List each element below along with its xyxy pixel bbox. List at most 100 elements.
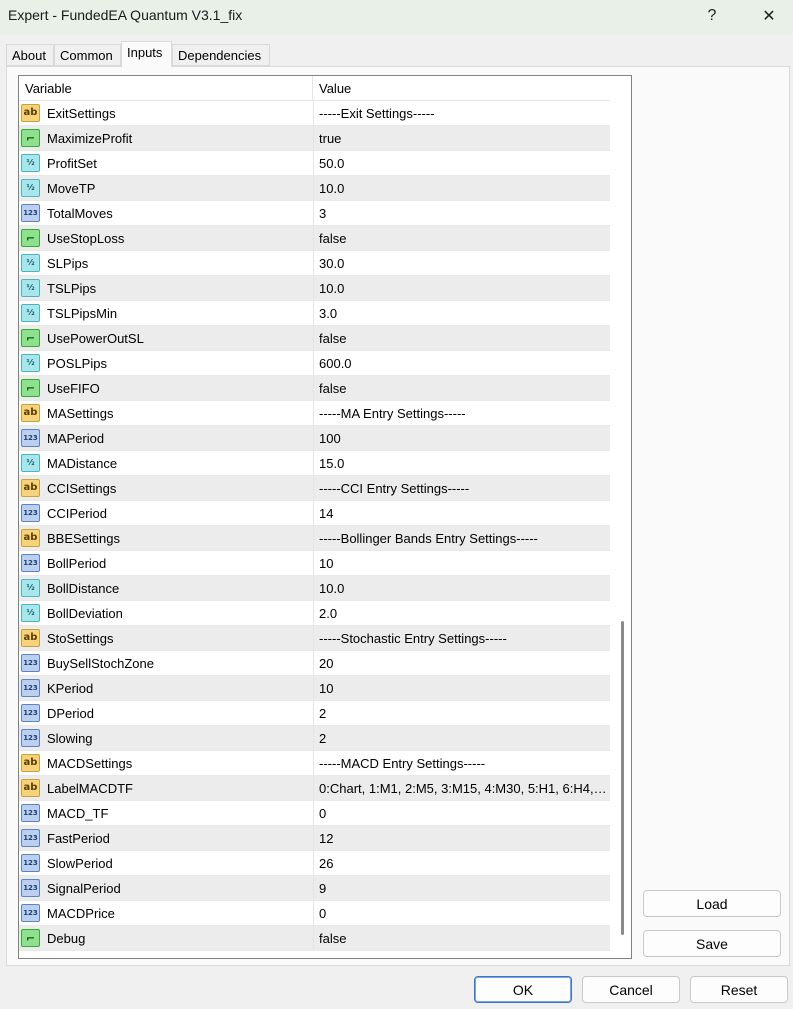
variable-name: Slowing — [47, 731, 93, 746]
table-row[interactable]: 123 MAPeriod 100 — [19, 426, 610, 451]
variable-value[interactable]: 2 — [313, 701, 610, 725]
variable-value[interactable]: 26 — [313, 851, 610, 875]
double-type-icon: ½ — [21, 179, 40, 197]
load-button[interactable]: Load — [643, 890, 781, 917]
variable-value[interactable]: 0 — [313, 901, 610, 925]
table-row[interactable]: ⌐ UseStopLoss false — [19, 226, 610, 251]
table-row[interactable]: 123 FastPeriod 12 — [19, 826, 610, 851]
table-row[interactable]: ½ ProfitSet 50.0 — [19, 151, 610, 176]
table-row[interactable]: 123 TotalMoves 3 — [19, 201, 610, 226]
column-header-variable[interactable]: Variable — [19, 76, 313, 101]
variable-name: TSLPips — [47, 281, 97, 296]
variable-name: ExitSettings — [47, 106, 116, 121]
table-row[interactable]: 123 BollPeriod 10 — [19, 551, 610, 576]
close-button[interactable]: ✕ — [746, 0, 792, 32]
table-row[interactable]: ab CCISettings -----CCI Entry Settings----… — [19, 476, 610, 501]
integer-type-icon: 123 — [21, 204, 40, 222]
save-button[interactable]: Save — [643, 930, 781, 957]
table-row[interactable]: ⌐ UsePowerOutSL false — [19, 326, 610, 351]
table-row[interactable]: 123 MACD_TF 0 — [19, 801, 610, 826]
variable-value[interactable]: 9 — [313, 876, 610, 900]
variable-value[interactable]: 10.0 — [313, 176, 610, 200]
variable-name: BBESettings — [47, 531, 120, 546]
table-row[interactable]: 123 SlowPeriod 26 — [19, 851, 610, 876]
table-row[interactable]: 123 BuySellStochZone 20 — [19, 651, 610, 676]
variable-value[interactable]: true — [313, 126, 610, 150]
variable-value[interactable]: 12 — [313, 826, 610, 850]
table-row[interactable]: ab ExitSettings -----Exit Settings----- — [19, 101, 610, 126]
variable-value[interactable]: 10 — [313, 551, 610, 575]
integer-type-icon: 123 — [21, 829, 40, 847]
table-row[interactable]: ab StoSettings -----Stochastic Entry Setti… — [19, 626, 610, 651]
variable-value[interactable]: 10 — [313, 676, 610, 700]
variable-value[interactable]: 100 — [313, 426, 610, 450]
cancel-button[interactable]: Cancel — [582, 976, 680, 1003]
variable-value[interactable]: false — [313, 326, 610, 350]
double-type-icon: ½ — [21, 154, 40, 172]
table-row[interactable]: 123 SignalPeriod 9 — [19, 876, 610, 901]
variable-value[interactable]: 50.0 — [313, 151, 610, 175]
variable-value[interactable]: -----Stochastic Entry Settings----- — [313, 626, 610, 650]
table-row[interactable]: ½ POSLPips 600.0 — [19, 351, 610, 376]
variable-value[interactable]: 15.0 — [313, 451, 610, 475]
integer-type-icon: 123 — [21, 679, 40, 697]
table-row[interactable]: 123 CCIPeriod 14 — [19, 501, 610, 526]
table-row[interactable]: ½ SLPips 30.0 — [19, 251, 610, 276]
vertical-scrollbar[interactable] — [610, 76, 631, 958]
variable-value[interactable]: false — [313, 926, 610, 950]
variable-value[interactable]: -----Exit Settings----- — [313, 101, 610, 125]
variable-value[interactable]: 0 — [313, 801, 610, 825]
variable-name: DPeriod — [47, 706, 94, 721]
reset-button[interactable]: Reset — [690, 976, 788, 1003]
table-row[interactable]: 123 MACDPrice 0 — [19, 901, 610, 926]
variable-value[interactable]: 2.0 — [313, 601, 610, 625]
variable-value[interactable]: -----MA Entry Settings----- — [313, 401, 610, 425]
table-row[interactable]: 123 KPeriod 10 — [19, 676, 610, 701]
variable-name: KPeriod — [47, 681, 94, 696]
variable-value[interactable]: false — [313, 226, 610, 250]
table-row[interactable]: ½ TSLPips 10.0 — [19, 276, 610, 301]
variable-value[interactable]: 20 — [313, 651, 610, 675]
variable-value[interactable]: 10.0 — [313, 276, 610, 300]
variable-value[interactable]: -----MACD Entry Settings----- — [313, 751, 610, 775]
help-button[interactable]: ? — [689, 0, 735, 32]
variable-value[interactable]: 3 — [313, 201, 610, 225]
table-row[interactable]: ½ MoveTP 10.0 — [19, 176, 610, 201]
variable-value[interactable]: -----CCI Entry Settings----- — [313, 476, 610, 500]
variable-value[interactable]: false — [313, 376, 610, 400]
table-row[interactable]: ½ MADistance 15.0 — [19, 451, 610, 476]
table-row[interactable]: 123 Slowing 2 — [19, 726, 610, 751]
tab-about[interactable]: About — [6, 44, 54, 66]
tab-inputs[interactable]: Inputs — [121, 41, 172, 67]
tab-common[interactable]: Common — [54, 44, 121, 66]
table-row[interactable]: ab MACDSettings -----MACD Entry Settings--… — [19, 751, 610, 776]
inputs-grid: Variable Value ab ExitSettings -----Exit S… — [18, 75, 632, 959]
table-row[interactable]: ⌐ UseFIFO false — [19, 376, 610, 401]
table-row[interactable]: ⌐ MaximizeProfit true — [19, 126, 610, 151]
variable-value[interactable]: 3.0 — [313, 301, 610, 325]
table-row[interactable]: ⌐ Debug false — [19, 926, 610, 951]
variable-value[interactable]: 600.0 — [313, 351, 610, 375]
table-row[interactable]: ab LabelMACDTF 0:Chart, 1:M1, 2:M5, 3:M15,… — [19, 776, 610, 801]
scrollbar-thumb[interactable] — [621, 621, 624, 935]
variable-name: MaximizeProfit — [47, 131, 133, 146]
table-row[interactable]: 123 DPeriod 2 — [19, 701, 610, 726]
variable-name: SignalPeriod — [47, 881, 121, 896]
table-row[interactable]: ab MASettings -----MA Entry Settings----- — [19, 401, 610, 426]
variable-value[interactable]: 14 — [313, 501, 610, 525]
variable-name: CCIPeriod — [47, 506, 107, 521]
table-row[interactable]: ½ TSLPipsMin 3.0 — [19, 301, 610, 326]
table-row[interactable]: ½ BollDistance 10.0 — [19, 576, 610, 601]
variable-value[interactable]: 0:Chart, 1:M1, 2:M5, 3:M15, 4:M30, 5:H1,… — [313, 776, 610, 800]
integer-type-icon: 123 — [21, 729, 40, 747]
variable-value[interactable]: 2 — [313, 726, 610, 750]
ok-button[interactable]: OK — [474, 976, 572, 1003]
variable-value[interactable]: -----Bollinger Bands Entry Settings----- — [313, 526, 610, 550]
table-row[interactable]: ab BBESettings -----Bollinger Bands Entry … — [19, 526, 610, 551]
variable-value[interactable]: 30.0 — [313, 251, 610, 275]
double-type-icon: ½ — [21, 254, 40, 272]
tab-dependencies[interactable]: Dependencies — [172, 44, 270, 66]
variable-value[interactable]: 10.0 — [313, 576, 610, 600]
table-row[interactable]: ½ BollDeviation 2.0 — [19, 601, 610, 626]
column-header-value[interactable]: Value — [313, 76, 610, 101]
